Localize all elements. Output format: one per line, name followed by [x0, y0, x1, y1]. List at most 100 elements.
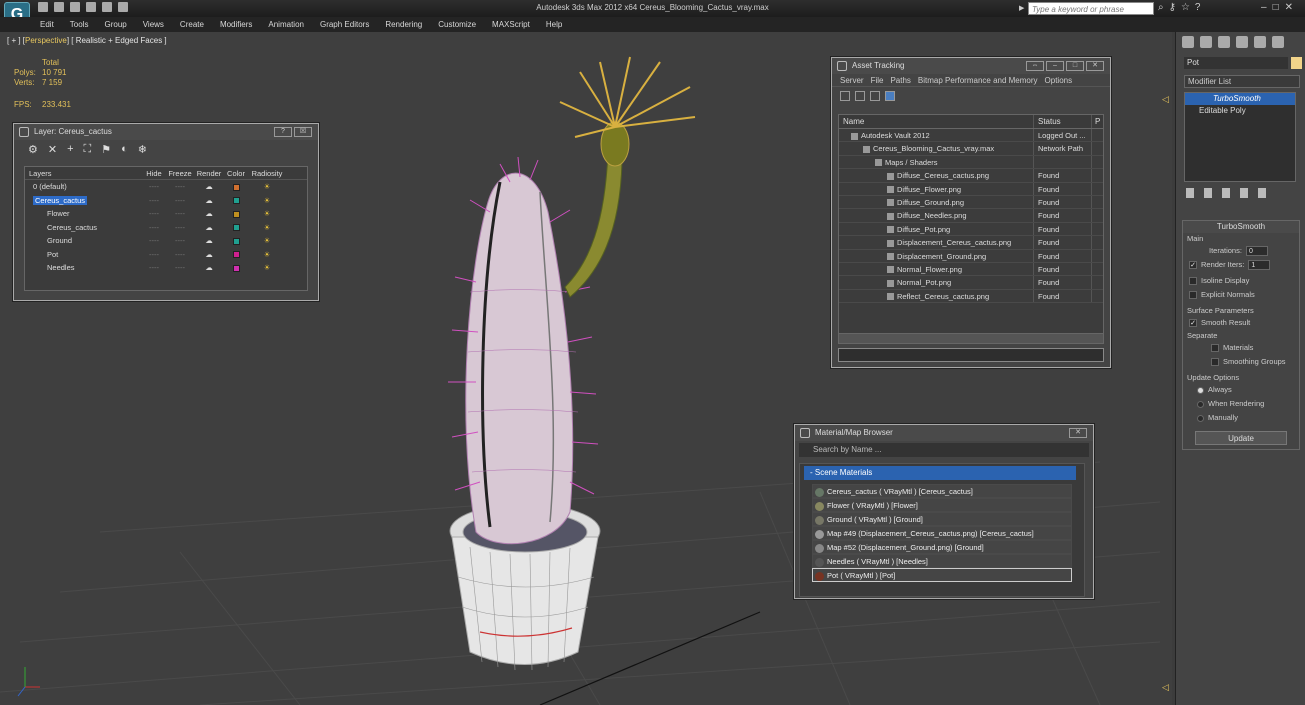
freeze-toggle[interactable]: ---- [165, 194, 195, 208]
radiosity-toggle-icon[interactable]: ☀ [249, 180, 285, 194]
motion-tab-icon[interactable] [1236, 36, 1248, 48]
viewport-arrow-top-icon[interactable]: ◁ [1162, 94, 1169, 105]
asset-row[interactable]: Autodesk Vault 2012 Logged Out ... [839, 129, 1103, 143]
object-name-field[interactable]: Pot [1184, 57, 1288, 69]
list-view-icon[interactable] [855, 91, 865, 101]
layer-color-swatch[interactable] [223, 248, 249, 262]
asset-row[interactable]: Reflect_Cereus_cactus.png Found [839, 289, 1103, 304]
radiosity-toggle-icon[interactable]: ☀ [249, 194, 285, 208]
asset-row[interactable]: Maps / Shaders [839, 155, 1103, 170]
radiosity-toggle-icon[interactable]: ☀ [249, 207, 285, 221]
layer-color-swatch[interactable] [223, 207, 249, 221]
table-view-icon[interactable] [885, 91, 895, 101]
menu-views[interactable]: Views [143, 20, 164, 29]
material-search-input[interactable]: Search by Name ... [799, 443, 1089, 457]
rollout-title[interactable]: TurboSmooth [1183, 221, 1299, 233]
manually-row[interactable]: Manually [1183, 411, 1299, 425]
new-file-icon[interactable] [38, 2, 48, 12]
menu-create[interactable]: Create [180, 20, 204, 29]
menu-group[interactable]: Group [104, 20, 126, 29]
explicit-normals-checkbox[interactable] [1189, 291, 1197, 299]
materials-row[interactable]: Materials [1183, 341, 1299, 355]
layer-color-swatch[interactable] [223, 194, 249, 208]
manually-radio[interactable] [1197, 414, 1204, 422]
asset-path-field[interactable] [838, 348, 1104, 362]
layer-name[interactable]: Needles [25, 261, 143, 275]
materials-checkbox[interactable] [1211, 344, 1219, 352]
layer-row[interactable]: Flower ---- ---- ☁ ☀ [25, 207, 307, 221]
asset-row[interactable]: Diffuse_Cereus_cactus.png Found [839, 169, 1103, 183]
layer-name[interactable]: Flower [25, 207, 143, 221]
material-row[interactable]: Map #52 (Displacement_Ground.png) [Groun… [812, 540, 1072, 554]
display-tab-icon[interactable] [1254, 36, 1266, 48]
menu-customize[interactable]: Customize [438, 20, 476, 29]
asset-row[interactable]: Diffuse_Ground.png Found [839, 195, 1103, 210]
radiosity-toggle-icon[interactable]: ☀ [249, 234, 285, 248]
layer-row[interactable]: 0 (default) ---- ---- ☁ ☀ [25, 180, 307, 194]
viewport-arrow-bottom-icon[interactable]: ◁ [1162, 682, 1169, 693]
close-button[interactable]: ✕ [1086, 61, 1104, 71]
when-rendering-radio[interactable] [1197, 400, 1204, 408]
material-row[interactable]: Map #49 (Displacement_Cereus_cactus.png)… [812, 526, 1072, 540]
material-panel-title[interactable]: Material/Map Browser ✕ [795, 425, 1093, 441]
layer-row[interactable]: Cereus_cactus ---- ---- ☁ ☀ [25, 221, 307, 235]
render-toggle-icon[interactable]: ☁ [195, 234, 223, 248]
hide-toggle[interactable]: ---- [143, 234, 165, 248]
smoothing-groups-checkbox[interactable] [1211, 358, 1219, 366]
create-tab-icon[interactable] [1182, 36, 1194, 48]
menu-rendering[interactable]: Rendering [385, 20, 422, 29]
always-row[interactable]: Always [1183, 383, 1299, 397]
help-icon[interactable]: ? [1195, 2, 1201, 13]
freeze-toggle[interactable]: ---- [165, 221, 195, 235]
tree-view-icon[interactable] [870, 91, 880, 101]
layer-panel-title[interactable]: Layer: Cereus_cactus ? ☒ [14, 124, 318, 140]
asset-menu-file[interactable]: File [871, 74, 884, 86]
freeze-all-icon[interactable]: ❄ [138, 143, 147, 156]
material-row[interactable]: Needles ( VRayMtl ) [Needles] [812, 554, 1072, 568]
search-input[interactable]: Type a keyword or phrase [1028, 2, 1154, 15]
freeze-toggle[interactable]: ---- [165, 207, 195, 221]
close-button[interactable]: ☒ [294, 127, 312, 137]
update-button[interactable]: Update [1195, 431, 1287, 445]
render-toggle-icon[interactable]: ☁ [195, 194, 223, 208]
render-toggle-icon[interactable]: ☁ [195, 261, 223, 275]
star-icon[interactable]: ☆ [1181, 2, 1190, 13]
radiosity-toggle-icon[interactable]: ☀ [249, 248, 285, 262]
layer-row[interactable]: Needles ---- ---- ☁ ☀ [25, 261, 307, 275]
menu-help[interactable]: Help [546, 20, 562, 29]
render-iters-checkbox[interactable]: ✓ [1189, 261, 1197, 269]
asset-row[interactable]: Normal_Pot.png Found [839, 276, 1103, 290]
render-toggle-icon[interactable]: ☁ [195, 248, 223, 262]
menu-edit[interactable]: Edit [40, 20, 54, 29]
hide-toggle[interactable]: ---- [143, 221, 165, 235]
render-toggle-icon[interactable]: ☁ [195, 180, 223, 194]
col-hide[interactable]: Hide [143, 167, 165, 179]
redo-icon[interactable] [102, 2, 112, 12]
binoculars-icon[interactable]: ⌕ [1158, 2, 1164, 13]
col-name[interactable]: Name [839, 115, 1034, 128]
col-render[interactable]: Render [195, 167, 223, 179]
asset-row[interactable]: Diffuse_Flower.png Found [839, 182, 1103, 196]
smooth-result-row[interactable]: ✓ Smooth Result [1183, 316, 1299, 330]
col-freeze[interactable]: Freeze [165, 167, 195, 179]
minimize-button[interactable]: – [1046, 61, 1064, 71]
menu-graph-editors[interactable]: Graph Editors [320, 20, 369, 29]
freeze-toggle[interactable]: ---- [165, 180, 195, 194]
search-arrow-icon[interactable]: ▶ [1019, 4, 1024, 12]
highlight-layer-icon[interactable]: ⚑ [101, 143, 111, 156]
hide-toggle[interactable]: ---- [143, 194, 165, 208]
hierarchy-tab-icon[interactable] [1218, 36, 1230, 48]
asset-row[interactable]: Diffuse_Needles.png Found [839, 209, 1103, 223]
menu-maxscript[interactable]: MAXScript [492, 20, 530, 29]
layer-row[interactable]: Cereus_cactus ---- ---- ☁ ☀ [25, 194, 307, 208]
create-layer-icon[interactable]: ⚙ [28, 143, 38, 156]
asset-menu-paths[interactable]: Paths [890, 74, 910, 86]
layer-name[interactable]: Ground [25, 234, 143, 248]
show-end-result-icon[interactable] [1204, 188, 1212, 198]
menu-animation[interactable]: Animation [268, 20, 304, 29]
col-status[interactable]: Status [1034, 115, 1092, 128]
render-iters-spinner[interactable]: 1 [1248, 260, 1271, 270]
refresh-icon[interactable] [840, 91, 850, 101]
layer-row[interactable]: Ground ---- ---- ☁ ☀ [25, 234, 307, 248]
add-to-layer-icon[interactable]: + [67, 143, 73, 155]
